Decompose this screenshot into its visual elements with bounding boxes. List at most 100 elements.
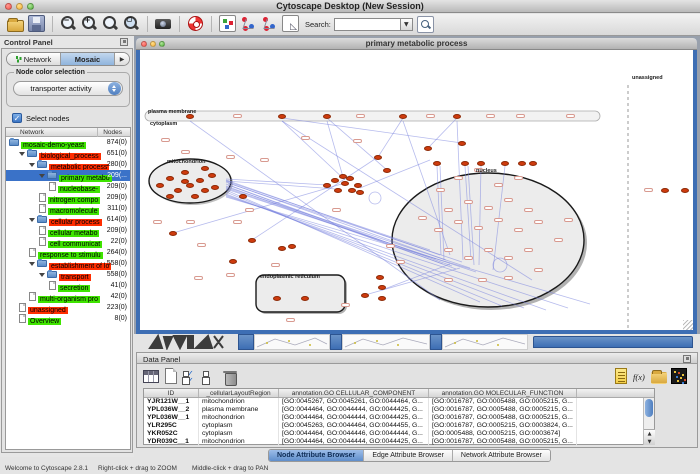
table-cell[interactable]: [GO:0016787, GO:0005488, GO:0005215, G..… <box>429 414 577 422</box>
graph-node[interactable] <box>341 181 349 186</box>
zoom-out-icon[interactable]: − <box>60 15 77 32</box>
graph-node[interactable] <box>323 183 331 188</box>
disclosure-triangle-icon[interactable] <box>39 273 45 277</box>
graph-node[interactable] <box>433 161 441 166</box>
graph-node[interactable] <box>501 161 509 166</box>
table-cell[interactable]: [GO:0016787, GO:0005488, GO:0005215, G..… <box>429 438 577 446</box>
table-row[interactable]: YJR121W__1mitochondrion[GO:0045267, GO:0… <box>144 398 654 406</box>
tree-row[interactable]: metabolic process280(0) <box>6 159 130 170</box>
graph-node[interactable] <box>156 183 164 188</box>
graph-node[interactable] <box>181 170 189 175</box>
help-icon[interactable] <box>187 15 204 32</box>
graph-node[interactable] <box>239 194 247 199</box>
tree-row[interactable]: establishment of lo558(0) <box>6 258 130 269</box>
tab-mosaic[interactable]: Mosaic <box>61 53 115 65</box>
graph-node[interactable] <box>339 174 347 179</box>
zoom-fit-icon[interactable] <box>102 15 119 32</box>
table-scrollbar[interactable]: ▲▼ <box>643 398 654 445</box>
graph-node[interactable] <box>518 161 526 166</box>
graph-node[interactable] <box>201 166 209 171</box>
table-row[interactable]: YLR295Ccytoplasm[GO:0045263, GO:0044464,… <box>144 422 654 430</box>
graph-node[interactable] <box>661 188 669 193</box>
graph-node[interactable] <box>681 188 689 193</box>
scrollbar-arrows[interactable]: ▲▼ <box>644 429 655 445</box>
tab-node-attribute-browser[interactable]: Node Attribute Browser <box>269 450 364 461</box>
zoom-in-icon[interactable]: + <box>81 15 98 32</box>
graph-node[interactable] <box>461 161 469 166</box>
delete-attribute-icon[interactable] <box>221 368 237 384</box>
matrix-icon[interactable] <box>671 368 687 384</box>
open-file-icon[interactable] <box>7 20 24 32</box>
table-row[interactable]: YDR039C__1mitochondrion[GO:0044464, GO:0… <box>144 438 654 446</box>
graph-node[interactable] <box>248 238 256 243</box>
graph-node[interactable] <box>166 194 174 199</box>
table-cell[interactable]: [GO:0044464, GO:0044444, GO:0044425, G..… <box>279 438 429 446</box>
graph-node[interactable] <box>208 173 216 178</box>
table-cell[interactable]: mitochondrion <box>199 438 279 446</box>
graph-node[interactable] <box>166 176 174 181</box>
graph-node[interactable] <box>529 161 537 166</box>
table-cell[interactable]: YJR121W__1 <box>144 398 199 406</box>
table-cell[interactable]: cytoplasm <box>199 430 279 438</box>
column-header[interactable]: _cellularLayoutRegion <box>199 389 279 397</box>
graph-node[interactable] <box>458 141 466 146</box>
graph-node[interactable] <box>196 178 204 183</box>
table-cell[interactable]: mitochondrion <box>199 414 279 422</box>
graph-node[interactable] <box>174 188 182 193</box>
column-header[interactable]: annotation.GO CELLULAR_COMPONENT <box>279 389 429 397</box>
attribute-table-header[interactable]: ID_cellularLayoutRegionannotation.GO CEL… <box>144 389 654 398</box>
graph-node[interactable] <box>191 194 199 199</box>
table-cell[interactable]: [GO:0016787, GO:0005488, GO:0005215, G..… <box>429 398 577 406</box>
table-cell[interactable]: [GO:0044464, GO:0044444, GO:0044425, G..… <box>279 406 429 414</box>
graph-node[interactable] <box>331 178 339 183</box>
graph-node[interactable] <box>378 285 386 290</box>
graph-node[interactable] <box>346 176 354 181</box>
data-panel-titlebar[interactable]: Data Panel <box>136 352 698 364</box>
vizmapper-edge-icon[interactable] <box>261 15 278 32</box>
graph-node[interactable] <box>278 246 286 251</box>
graph-node[interactable] <box>374 155 382 160</box>
table-cell[interactable]: YPL036W__2 <box>144 406 199 414</box>
disclosure-triangle-icon[interactable] <box>39 174 45 178</box>
network-window-titlebar[interactable]: primary metabolic process <box>136 38 697 50</box>
table-cell[interactable]: YKR052C <box>144 430 199 438</box>
tree-row[interactable]: nitrogen compo209(0) <box>6 192 130 203</box>
graph-node[interactable] <box>273 296 281 301</box>
graph-node[interactable] <box>211 185 219 190</box>
float-data-panel-icon[interactable] <box>683 355 691 363</box>
unselect-attributes-icon[interactable] <box>201 368 217 384</box>
tree-row[interactable]: unassigned223(0) <box>6 302 130 313</box>
column-header[interactable]: ID <box>144 389 199 397</box>
tab-edge-attribute-browser[interactable]: Edge Attribute Browser <box>364 450 453 461</box>
resize-grip-icon[interactable] <box>683 320 693 330</box>
tab-network[interactable]: Network <box>7 53 61 65</box>
annotation-icon[interactable] <box>282 15 299 32</box>
graph-node[interactable] <box>378 296 386 301</box>
zoom-selected-icon[interactable]: ▢ <box>123 15 140 32</box>
table-cell[interactable]: [GO:0005488, GO:0005215, GO:0003674] <box>429 430 577 438</box>
graph-node[interactable] <box>453 114 461 119</box>
tree-row[interactable]: cellular process614(0) <box>6 214 130 225</box>
disclosure-triangle-icon[interactable] <box>29 262 35 266</box>
graph-node[interactable] <box>334 188 342 193</box>
search-dropdown-button[interactable]: ▼ <box>400 18 413 31</box>
table-cell[interactable]: [GO:0044464, GO:0044444, GO:0044425, G..… <box>279 414 429 422</box>
table-row[interactable]: YPL036W__1mitochondrion[GO:0044464, GO:0… <box>144 414 654 422</box>
attribute-list-icon[interactable] <box>615 368 627 384</box>
select-nodes-checkbox[interactable]: ✓ <box>12 113 22 123</box>
tree-row[interactable]: primary metabo209(... <box>6 170 130 181</box>
select-attributes-icon[interactable] <box>181 368 197 384</box>
tree-row[interactable]: secretion41(0) <box>6 280 130 291</box>
graph-node[interactable] <box>361 293 369 298</box>
table-cell[interactable]: YPL036W__1 <box>144 414 199 422</box>
graph-node[interactable] <box>354 183 362 188</box>
tree-row[interactable]: multi-organism pro42(0) <box>6 291 130 302</box>
disclosure-triangle-icon[interactable] <box>29 218 35 222</box>
attribute-batch-icon[interactable] <box>219 15 236 32</box>
tab-overflow-arrow[interactable]: ▶ <box>115 53 129 65</box>
table-cell[interactable]: YDR039C__1 <box>144 438 199 446</box>
network-canvas[interactable]: plasma membranecytoplasmmitochondrionnuc… <box>140 50 693 330</box>
graph-node[interactable] <box>424 146 432 151</box>
graph-node[interactable] <box>399 114 407 119</box>
table-cell[interactable]: plasma membrane <box>199 406 279 414</box>
